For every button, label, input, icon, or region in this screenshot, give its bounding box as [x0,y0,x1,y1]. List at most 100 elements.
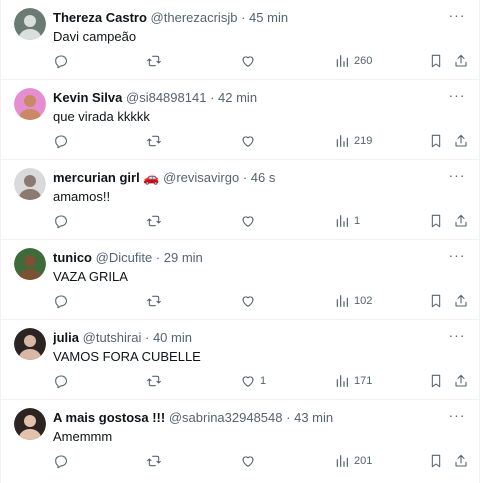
user-handle[interactable]: @si84898141 [126,90,206,105]
tweet-actions: 260 [53,52,473,70]
bookmark-icon [428,293,444,309]
timestamp[interactable]: 40 min [153,330,192,345]
tweet-header: tunico @Dicufite · 29 min [53,249,439,267]
timestamp[interactable]: 43 min [294,410,333,425]
tweet-header: mercurian girl 🚗 @revisavirgo · 46 s [53,169,439,187]
tweet-header: julia @tutshirai · 40 min [53,329,439,347]
views-button[interactable]: 219 [334,132,372,150]
timestamp[interactable]: 45 min [249,10,288,25]
retweet-icon [146,293,162,309]
avatar[interactable] [14,328,46,360]
tweet-text: Davi campeão [53,29,137,44]
tweet-header: Kevin Silva @si84898141 · 42 min [53,89,439,107]
display-name[interactable]: mercurian girl [53,170,140,185]
timestamp[interactable]: 42 min [218,90,257,105]
tweet-text: que virada kkkkk [53,109,150,124]
more-icon[interactable]: ··· [447,248,467,264]
retweet-button[interactable] [146,452,162,470]
more-icon[interactable]: ··· [447,408,467,424]
tweet[interactable]: Thereza Castro @therezacrisjb · 45 min ·… [1,0,479,80]
like-button[interactable] [240,52,256,70]
reply-button[interactable] [53,372,69,390]
user-handle[interactable]: @sabrina32948548 [169,410,283,425]
more-icon[interactable]: ··· [447,328,467,344]
user-handle[interactable]: @therezacrisjb [151,10,238,25]
more-icon[interactable]: ··· [447,8,467,24]
share-button[interactable] [453,372,469,390]
share-icon [453,453,469,469]
share-icon [453,373,469,389]
views-button[interactable]: 171 [334,372,372,390]
tweet[interactable]: A mais gostosa !!! @sabrina32948548 · 43… [1,400,479,483]
share-icon [453,213,469,229]
display-name[interactable]: Thereza Castro [53,10,147,25]
heart-icon [240,293,256,309]
retweet-button[interactable] [146,132,162,150]
bookmark-icon [428,213,444,229]
display-name[interactable]: tunico [53,250,92,265]
retweet-button[interactable] [146,292,162,310]
display-name[interactable]: A mais gostosa !!! [53,410,165,425]
heart-icon [240,213,256,229]
views-button[interactable]: 201 [334,452,372,470]
avatar[interactable] [14,248,46,280]
avatar[interactable] [14,8,46,40]
like-button[interactable] [240,212,256,230]
bookmark-button[interactable] [428,292,444,310]
share-button[interactable] [453,132,469,150]
user-handle[interactable]: @Dicufite [96,250,153,265]
display-name[interactable]: julia [53,330,79,345]
user-handle[interactable]: @revisavirgo [163,170,239,185]
retweet-button[interactable] [146,372,162,390]
heart-icon [240,453,256,469]
like-button[interactable] [240,452,256,470]
like-button[interactable] [240,132,256,150]
tweet-actions: 219 [53,132,473,150]
bookmark-button[interactable] [428,452,444,470]
reply-button[interactable] [53,212,69,230]
views-button[interactable]: 260 [334,52,372,70]
bookmark-icon [428,453,444,469]
views-icon [334,53,350,69]
reply-icon [53,53,69,69]
share-button[interactable] [453,292,469,310]
views-button[interactable]: 1 [334,212,360,230]
reply-button[interactable] [53,132,69,150]
bookmark-button[interactable] [428,212,444,230]
more-icon[interactable]: ··· [447,88,467,104]
bookmark-button[interactable] [428,52,444,70]
tweet[interactable]: julia @tutshirai · 40 min ··· VAMOS FORA… [1,320,479,400]
tweet[interactable]: mercurian girl 🚗 @revisavirgo · 46 s ···… [1,160,479,240]
avatar[interactable] [14,408,46,440]
share-button[interactable] [453,52,469,70]
tweet-actions: 201 [53,452,473,470]
like-button[interactable]: 1 [240,372,266,390]
timestamp[interactable]: 29 min [164,250,203,265]
reply-button[interactable] [53,292,69,310]
bookmark-button[interactable] [428,372,444,390]
bookmark-button[interactable] [428,132,444,150]
reply-button[interactable] [53,452,69,470]
tweet-actions: 1 [53,212,473,230]
heart-icon [240,53,256,69]
like-button[interactable] [240,292,256,310]
share-button[interactable] [453,212,469,230]
retweet-button[interactable] [146,212,162,230]
view-count: 102 [354,295,373,307]
car-emoji: 🚗 [143,170,160,185]
views-button[interactable]: 102 [334,292,372,310]
tweet-text: Amemmm [53,429,113,444]
tweet[interactable]: tunico @Dicufite · 29 min ··· VAZA GRILA… [1,240,479,320]
share-button[interactable] [453,452,469,470]
tweet[interactable]: Kevin Silva @si84898141 · 42 min ··· que… [1,80,479,160]
more-icon[interactable]: ··· [447,168,467,184]
user-handle[interactable]: @tutshirai [83,330,142,345]
display-name[interactable]: Kevin Silva [53,90,122,105]
timestamp[interactable]: 46 s [251,170,276,185]
reply-button[interactable] [53,52,69,70]
views-icon [334,293,350,309]
retweet-button[interactable] [146,52,162,70]
view-count: 219 [354,135,373,147]
avatar[interactable] [14,168,46,200]
avatar[interactable] [14,88,46,120]
